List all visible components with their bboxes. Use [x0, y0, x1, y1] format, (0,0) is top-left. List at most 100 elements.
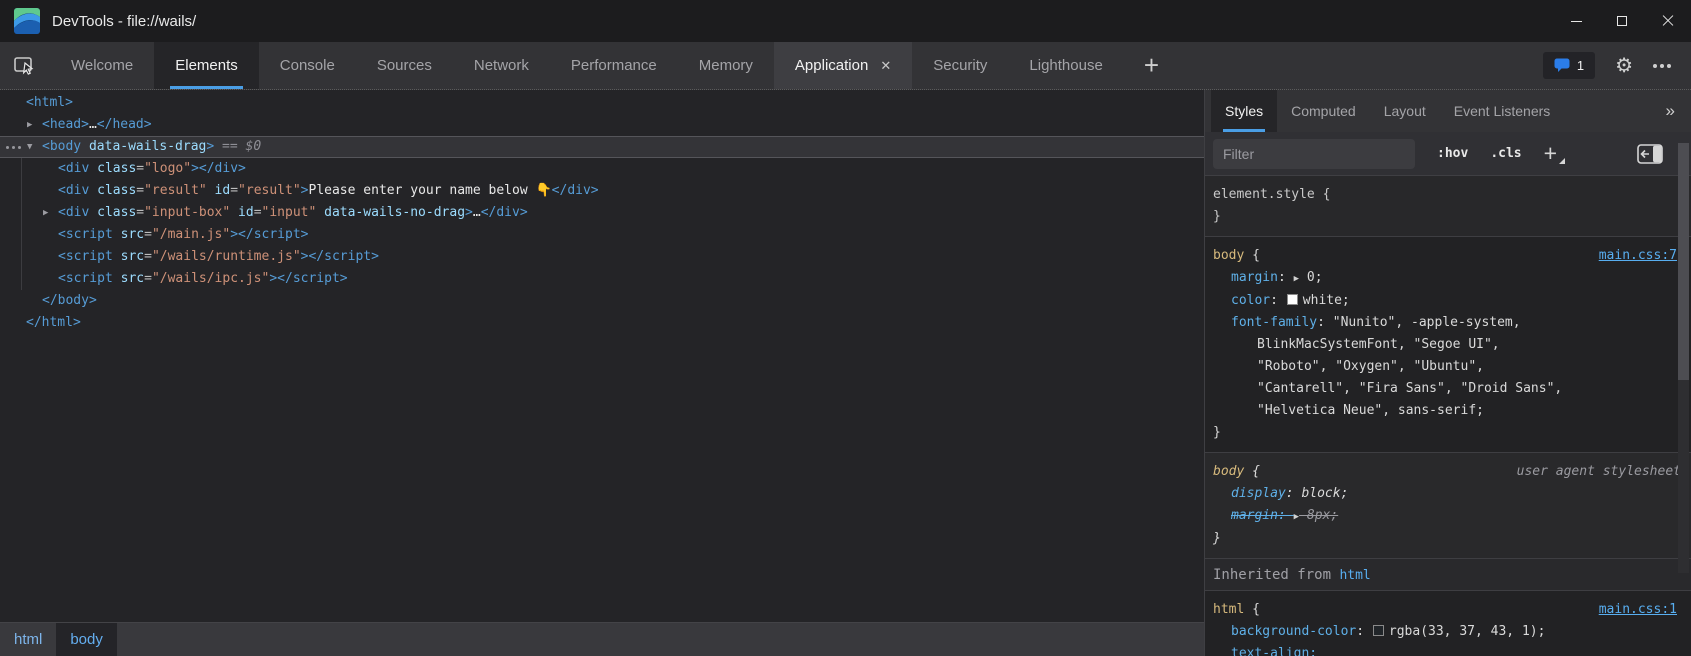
- code-token: </div>: [552, 183, 599, 198]
- tab-label: Network: [474, 57, 529, 74]
- dom-row[interactable]: </html>: [0, 312, 1204, 334]
- toggle-class-button[interactable]: .cls: [1490, 146, 1521, 161]
- tab-elements[interactable]: Elements: [154, 42, 259, 89]
- style-row[interactable]: html {main.css:1: [1205, 599, 1691, 621]
- toggle-hover-state-button[interactable]: :hov: [1437, 146, 1468, 161]
- expand-arrow-right-icon[interactable]: ▶: [43, 202, 48, 224]
- style-row[interactable]: color: white;: [1205, 290, 1691, 312]
- sidebar-tabs-overflow-icon[interactable]: »: [1666, 90, 1691, 132]
- sidebar-tab-event-listeners[interactable]: Event Listeners: [1440, 90, 1565, 132]
- expand-arrow-down-icon[interactable]: ▼: [27, 136, 32, 158]
- dom-row[interactable]: ▶<div class="input-box" id="input" data-…: [0, 202, 1204, 224]
- style-token: display: [1231, 486, 1286, 501]
- new-style-rule-button[interactable]: +: [1544, 142, 1557, 165]
- maximize-button[interactable]: [1599, 0, 1645, 42]
- tab-welcome[interactable]: Welcome: [50, 42, 154, 89]
- row-menu-dots-icon[interactable]: [6, 146, 9, 149]
- main-content: <html>▶<head>…</head>▼<body data-wails-d…: [0, 90, 1691, 656]
- code-token: <body: [42, 139, 81, 154]
- color-swatch[interactable]: [1287, 294, 1298, 305]
- title-bar: DevTools - file://wails/: [0, 0, 1691, 42]
- tab-lighthouse[interactable]: Lighthouse: [1008, 42, 1123, 89]
- style-row[interactable]: body {user agent stylesheet: [1205, 461, 1691, 483]
- dom-row[interactable]: ▼<body data-wails-drag> == $0: [0, 136, 1204, 158]
- tab-label: Application: [795, 57, 868, 74]
- style-token: font-family: [1231, 315, 1317, 330]
- code-token: "result": [238, 183, 301, 198]
- tab-network[interactable]: Network: [453, 42, 550, 89]
- inherited-node-link[interactable]: html: [1339, 568, 1370, 583]
- elements-panel: <html>▶<head>…</head>▼<body data-wails-d…: [0, 90, 1204, 656]
- style-token: margin:: [1231, 508, 1294, 523]
- style-row[interactable]: display: block;: [1205, 483, 1691, 505]
- style-row[interactable]: "Helvetica Neue", sans-serif;: [1205, 400, 1691, 422]
- sidebar-tab-layout[interactable]: Layout: [1370, 90, 1440, 132]
- tab-security[interactable]: Security: [912, 42, 1008, 89]
- code-token: =: [136, 183, 144, 198]
- tab-performance[interactable]: Performance: [550, 42, 678, 89]
- style-rule-section: body {main.css:7margin: ▶ 0;color: white…: [1205, 237, 1691, 453]
- code-token: "/main.js": [152, 227, 230, 242]
- tab-label: Performance: [571, 57, 657, 74]
- dom-row[interactable]: <script src="/main.js"></script>: [0, 224, 1204, 246]
- sidebar-tab-styles[interactable]: Styles: [1211, 90, 1277, 132]
- dom-row[interactable]: </body>: [0, 290, 1204, 312]
- style-row[interactable]: margin: ▶ 8px;: [1205, 505, 1691, 528]
- style-row[interactable]: margin: ▶ 0;: [1205, 267, 1691, 290]
- close-tab-icon[interactable]: ✕: [880, 58, 891, 74]
- style-token: :: [1317, 315, 1333, 330]
- tab-console[interactable]: Console: [259, 42, 356, 89]
- style-row[interactable]: font-family: "Nunito", -apple-system,: [1205, 312, 1691, 334]
- expand-arrow-right-icon[interactable]: ▶: [27, 114, 32, 136]
- style-row[interactable]: }: [1205, 528, 1691, 550]
- style-token: html: [1213, 602, 1244, 617]
- close-button[interactable]: [1645, 0, 1691, 42]
- crumb-html[interactable]: html: [0, 623, 56, 656]
- style-row[interactable]: "Cantarell", "Fira Sans", "Droid Sans",: [1205, 378, 1691, 400]
- more-tabs-button[interactable]: +: [1124, 42, 1179, 89]
- more-options-icon[interactable]: [1653, 64, 1657, 68]
- stylesheet-link[interactable]: main.css:7: [1599, 245, 1677, 267]
- computed-sidebar-toggle-button[interactable]: [1637, 144, 1663, 164]
- code-token: =: [144, 271, 152, 286]
- style-row[interactable]: }: [1205, 206, 1691, 228]
- style-token: "Roboto", "Oxygen", "Ubuntu",: [1257, 359, 1484, 374]
- minimize-icon: [1571, 21, 1582, 22]
- style-row[interactable]: BlinkMacSystemFont, "Segoe UI",: [1205, 334, 1691, 356]
- devtools-tab-bar: WelcomeElementsConsole Sources Network Perf…: [0, 42, 1691, 90]
- dom-row[interactable]: <div class="logo"></div>: [0, 158, 1204, 180]
- dom-row[interactable]: <html>: [0, 92, 1204, 114]
- code-token: =: [144, 249, 152, 264]
- style-rule-section: body {user agent stylesheetdisplay: bloc…: [1205, 453, 1691, 559]
- minimize-button[interactable]: [1553, 0, 1599, 42]
- style-token: :: [1286, 486, 1302, 501]
- breadcrumb: htmlbody: [0, 622, 1204, 656]
- tab-sources[interactable]: Sources: [356, 42, 453, 89]
- style-row[interactable]: background-color: rgba(33, 37, 43, 1);: [1205, 621, 1691, 643]
- issues-counter-button[interactable]: 1: [1543, 52, 1595, 79]
- style-row[interactable]: }: [1205, 422, 1691, 444]
- tab-label: Sources: [377, 57, 432, 74]
- style-filter-input[interactable]: [1213, 139, 1415, 169]
- settings-gear-icon[interactable]: ⚙: [1615, 56, 1633, 76]
- style-row[interactable]: "Roboto", "Oxygen", "Ubuntu",: [1205, 356, 1691, 378]
- styles-scrollbar-thumb[interactable]: [1678, 143, 1689, 380]
- tab-memory[interactable]: Memory: [678, 42, 774, 89]
- inspect-element-button[interactable]: [0, 42, 50, 89]
- style-token: rgba(33, 37, 43, 1);: [1389, 624, 1546, 639]
- style-row[interactable]: body {main.css:7: [1205, 245, 1691, 267]
- code-token: class: [89, 205, 136, 220]
- color-swatch[interactable]: [1373, 625, 1384, 636]
- crumb-body[interactable]: body: [56, 623, 117, 656]
- dom-row[interactable]: ▶<head>…</head>: [0, 114, 1204, 136]
- code-token: ></div>: [191, 161, 246, 176]
- dom-row[interactable]: <div class="result" id="result">Please e…: [0, 180, 1204, 202]
- style-row[interactable]: text-align:: [1205, 643, 1691, 656]
- sidebar-tab-computed[interactable]: Computed: [1277, 90, 1370, 132]
- dom-row[interactable]: <script src="/wails/ipc.js"></script>: [0, 268, 1204, 290]
- code-token: >: [301, 183, 309, 198]
- dom-row[interactable]: <script src="/wails/runtime.js"></script…: [0, 246, 1204, 268]
- tab-application[interactable]: Application ✕: [774, 42, 912, 89]
- stylesheet-link[interactable]: main.css:1: [1599, 599, 1677, 621]
- style-row[interactable]: element.style {: [1205, 184, 1691, 206]
